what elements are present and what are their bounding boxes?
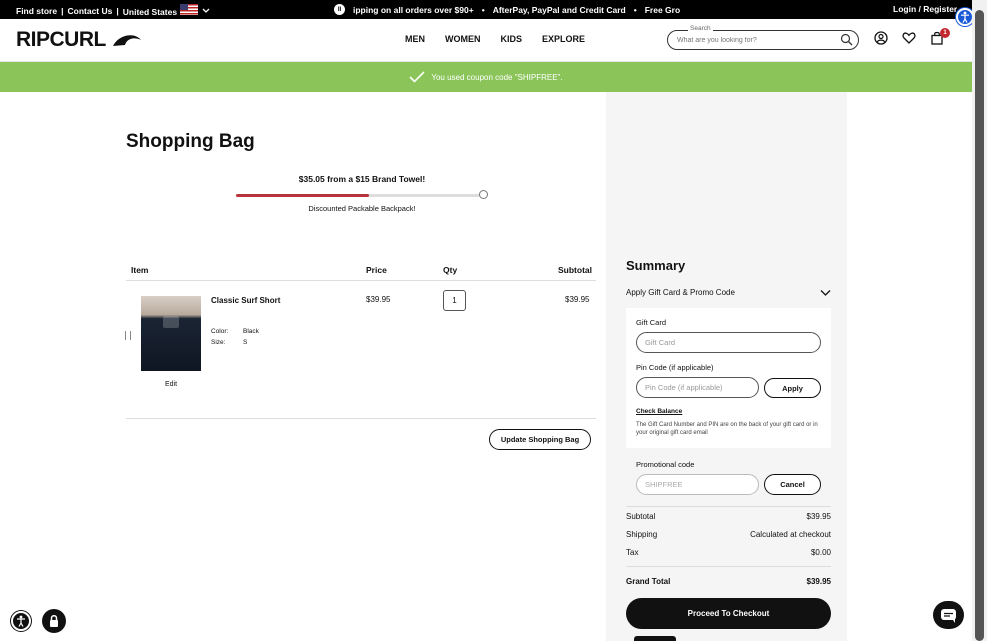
nav-kids[interactable]: KIDS	[501, 34, 523, 44]
shipping-value: Calculated at checkout	[750, 530, 831, 539]
divider: |	[61, 5, 64, 16]
contact-link[interactable]: Contact Us	[67, 6, 112, 16]
divider	[626, 566, 831, 567]
cart-count-badge: 1	[940, 28, 950, 38]
country-label: United States	[122, 7, 178, 17]
gift-card-note: The Gift Card Number and PIN are on the …	[636, 422, 818, 437]
pin-code-label: Pin Code (if applicable)	[636, 363, 714, 372]
item-subtotal: $39.95	[565, 295, 590, 304]
subtotal-label: Subtotal	[626, 512, 656, 521]
promo-message: AfterPay, PayPal and Credit Card	[492, 4, 626, 15]
size-label: Size:	[211, 339, 226, 346]
search-box[interactable]: Search	[667, 25, 859, 50]
progress-fill	[236, 194, 369, 197]
subtotal-value: $39.95	[806, 512, 831, 521]
login-link[interactable]: Login / Register	[893, 4, 957, 14]
shipping-label: Shipping	[626, 530, 658, 539]
tax-value: $0.00	[810, 548, 831, 557]
nav-women[interactable]: WOMEN	[445, 34, 481, 44]
product-image[interactable]	[141, 296, 201, 371]
page-scrollbar[interactable]	[972, 0, 987, 641]
cancel-promo-button[interactable]: Cancel	[764, 474, 821, 495]
chevron-down-icon[interactable]	[202, 8, 210, 14]
summary-subtotal-row: Subtotal $39.95	[626, 512, 831, 521]
promo-code-input[interactable]: SHIPFREE	[636, 474, 759, 495]
nav-explore[interactable]: EXPLORE	[542, 34, 585, 44]
column-header-qty: Qty	[443, 265, 458, 275]
divider	[626, 506, 831, 507]
reward-headline: $35.05 from a $15 Brand Towel!	[298, 174, 426, 184]
promo-message: ipping on all orders over $90+	[353, 4, 474, 15]
promo-message: Free Gro	[644, 4, 681, 15]
summary-shipping-row: Shipping Calculated at checkout	[626, 530, 831, 539]
grand-total-label: Grand Total	[626, 577, 671, 586]
quantity-input[interactable]: 1	[443, 290, 466, 311]
product-name[interactable]: Classic Surf Short	[211, 296, 280, 305]
us-flag-icon	[180, 4, 199, 15]
search-icon[interactable]	[840, 33, 853, 46]
site-header: RIPCURL MEN WOMEN KIDS EXPLORE Search	[0, 19, 972, 62]
nav-men[interactable]: MEN	[405, 34, 425, 44]
scrollbar-thumb[interactable]	[975, 10, 984, 641]
grand-total-value: $39.95	[806, 577, 831, 586]
reward-subtext: Discounted Packable Backpack!	[308, 204, 416, 213]
summary-title: Summary	[626, 258, 686, 273]
column-header-price: Price	[366, 265, 387, 275]
find-store-link[interactable]: Find store	[16, 6, 57, 16]
wave-logo-icon	[112, 35, 141, 46]
size-value: S	[243, 339, 248, 346]
apply-button[interactable]: Apply	[764, 378, 821, 398]
chat-icon[interactable]	[933, 601, 964, 629]
divider	[126, 418, 596, 419]
column-header-subtotal: Subtotal	[558, 265, 592, 275]
tax-label: Tax	[626, 548, 639, 557]
main-nav: MEN WOMEN KIDS EXPLORE	[405, 34, 585, 44]
divider	[126, 280, 596, 281]
column-header-item: Item	[131, 265, 149, 275]
item-price: $39.95	[366, 295, 391, 304]
update-shopping-bag-button[interactable]: Update Shopping Bag	[489, 429, 591, 450]
page-title: Shopping Bag	[126, 131, 255, 152]
color-label: Color:	[211, 328, 229, 335]
bullet: •	[633, 4, 637, 15]
banner-message: You used coupon code "SHIPFREE".	[431, 72, 563, 82]
color-value: Black	[243, 328, 259, 335]
account-icon[interactable]	[874, 31, 888, 45]
paypal-button[interactable]	[634, 636, 676, 641]
pin-code-input[interactable]: Pin Code (if applicable)	[636, 377, 759, 398]
promo-code-label: Promotional code	[636, 460, 695, 469]
coupon-success-banner: You used coupon code "SHIPFREE".	[0, 62, 972, 92]
reward-progress: $35.05 from a $15 Brand Towel! Discounte…	[236, 174, 488, 213]
proceed-to-checkout-button[interactable]: Proceed To Checkout	[626, 598, 831, 629]
ripcurl-logo[interactable]: RIPCURL	[16, 28, 143, 52]
chevron-down-icon[interactable]	[820, 289, 831, 297]
checkmark-icon	[409, 71, 425, 83]
gift-promo-accordion[interactable]: Apply Gift Card & Promo Code	[626, 288, 735, 297]
search-input[interactable]	[677, 34, 837, 47]
summary-tax-row: Tax $0.00	[626, 548, 831, 557]
search-label: Search	[688, 25, 713, 32]
summary-grand-total-row: Grand Total $39.95	[626, 577, 831, 586]
top-bar: Find store | Contact Us | United States …	[0, 0, 972, 19]
gift-card-label: Gift Card	[636, 318, 667, 327]
gift-card-input[interactable]: Gift Card	[636, 332, 821, 353]
country-selector[interactable]: United States	[122, 4, 199, 17]
bullet: •	[481, 4, 485, 15]
lock-icon[interactable]	[42, 609, 66, 633]
check-balance-link[interactable]: Check Balance	[636, 408, 682, 415]
divider: |	[116, 5, 119, 16]
logo-text: RIPCURL	[16, 28, 106, 51]
edit-link[interactable]: Edit	[165, 381, 177, 388]
progress-track	[236, 190, 488, 200]
accessibility-icon[interactable]	[11, 611, 31, 631]
pause-icon[interactable]: II	[334, 4, 345, 15]
wishlist-heart-icon[interactable]	[902, 31, 916, 45]
drag-handle-icon[interactable]	[125, 331, 131, 340]
reward-goal-icon	[479, 190, 488, 199]
